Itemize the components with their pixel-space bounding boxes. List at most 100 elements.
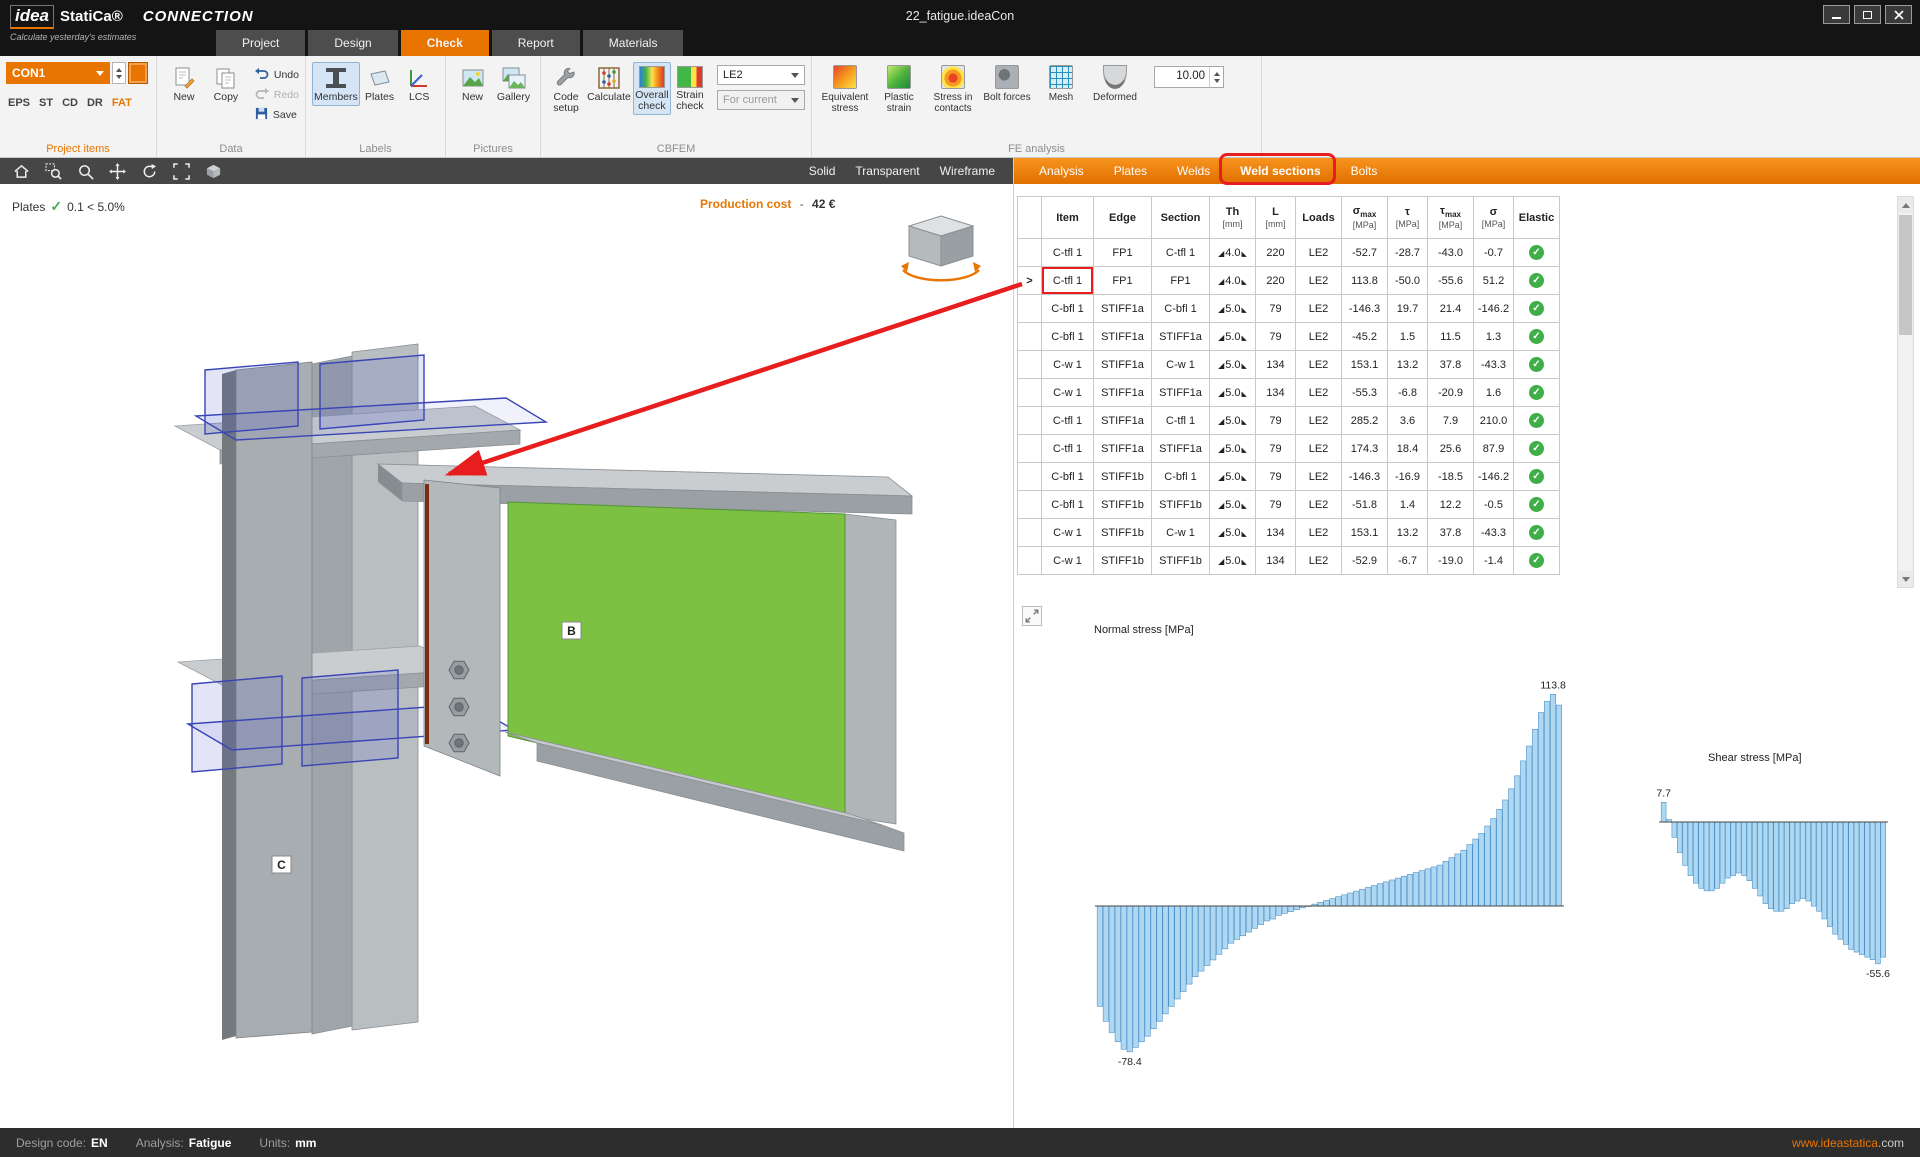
cell-tau_max: -19.0 (1427, 546, 1474, 575)
3d-model-canvas[interactable]: B C (0, 184, 1013, 1128)
project-mode-cd[interactable]: CD (62, 97, 78, 109)
units-label: Units: (259, 1135, 291, 1150)
weld-symbol-icon: ◣ (1241, 530, 1247, 538)
ribbon-tab-project[interactable]: Project (216, 30, 306, 56)
cell-tau: 18.4 (1387, 434, 1428, 463)
weld-section-row[interactable]: C-bfl 1 STIFF1a STIFF1a ◢5.0◣ 79 LE2 -45.2 1.5 1… (1017, 322, 1560, 351)
zoom-window-icon[interactable] (44, 162, 62, 180)
scrollbar-thumb[interactable] (1899, 215, 1912, 335)
equivalent-stress-button[interactable]: Equivalent stress (818, 62, 872, 114)
code-setup-button[interactable]: Code setup (547, 62, 585, 117)
weld-section-row[interactable]: C-tfl 1 STIFF1a STIFF1a ◢5.0◣ 79 LE2 174.3 18.4… (1017, 434, 1560, 463)
pan-icon[interactable] (108, 162, 126, 180)
maximize-button[interactable] (1854, 5, 1881, 24)
project-mode-st[interactable]: ST (39, 97, 53, 109)
ribbon-tab-report[interactable]: Report (491, 30, 580, 56)
add-project-item-button[interactable] (128, 62, 148, 84)
results-tab-plates[interactable]: Plates (1101, 160, 1160, 182)
table-scrollbar[interactable] (1897, 196, 1914, 588)
weld-sections-table: Item Edge Section Th [mm] L [mm] Loads σmax [MPa]… (1017, 196, 1560, 575)
project-item-selector[interactable]: CON1 (6, 62, 110, 84)
design-code-value[interactable]: EN (91, 1136, 108, 1150)
bolt-group[interactable] (448, 660, 470, 753)
fit-icon[interactable] (172, 162, 190, 180)
weld-section-row[interactable]: C-tfl 1 FP1 C-tfl 1 ◢4.0◣ 220 LE2 -52.7 -28.7 -4… (1017, 238, 1560, 267)
copy-item-button[interactable]: Copy (205, 62, 247, 106)
weld-section-row[interactable]: C-tfl 1 STIFF1a C-tfl 1 ◢5.0◣ 79 LE2 285.2 3.6 7… (1017, 406, 1560, 435)
strain-check-button[interactable]: Strain check (671, 62, 709, 115)
weld-section-row[interactable]: C-w 1 STIFF1a STIFF1a ◢5.0◣ 134 LE2 -55.3 -6.8-… (1017, 378, 1560, 407)
production-cost-value: 42 € (812, 197, 836, 211)
project-mode-eps[interactable]: EPS (8, 97, 30, 109)
cell-tau: 13.2 (1387, 518, 1428, 547)
beam-web-plate[interactable] (507, 501, 846, 817)
deformed-button[interactable]: Deformed (1088, 62, 1142, 114)
save-button[interactable]: Save (255, 107, 299, 123)
units-value[interactable]: mm (295, 1136, 316, 1150)
cell-l: 79 (1255, 462, 1296, 491)
navigation-cube[interactable] (895, 208, 987, 288)
cell-marker (1017, 546, 1042, 575)
ribbon-tab-design[interactable]: Design (308, 30, 398, 56)
picture-new-button[interactable]: New (452, 62, 493, 106)
weld-section-row[interactable]: C-bfl 1 STIFF1a C-bfl 1 ◢5.0◣ 79 LE2 -146.3 19.… (1017, 294, 1560, 323)
weld-section-row[interactable]: C-w 1 STIFF1b C-w 1 ◢5.0◣ 134 LE2 153.1 13.2 37.… (1017, 518, 1560, 547)
home-icon[interactable] (12, 162, 30, 180)
cell-item: C-tfl 1 (1041, 266, 1094, 295)
project-mode-fat[interactable]: FAT (112, 97, 132, 109)
shaded-box-icon[interactable] (204, 162, 222, 180)
status-ok-icon: ✓ (1529, 441, 1544, 456)
ribbon-tab-materials[interactable]: Materials (582, 30, 684, 56)
new-document-icon (172, 66, 196, 90)
col-header-marker (1017, 196, 1042, 239)
plastic-strain-button[interactable]: Plastic strain (872, 62, 926, 114)
calculate-button[interactable]: Calculate (585, 62, 633, 106)
weld-section-row[interactable]: C-bfl 1 STIFF1b C-bfl 1 ◢5.0◣ 79 LE2 -146.3 -16… (1017, 462, 1560, 491)
new-item-button[interactable]: New (163, 62, 205, 106)
project-item-spinner[interactable] (112, 62, 126, 84)
load-effect-select[interactable]: LE2 (717, 65, 806, 85)
cell-item: C-bfl 1 (1041, 294, 1094, 323)
minimize-button[interactable] (1823, 5, 1850, 24)
overall-check-button[interactable]: Overall check (632, 62, 671, 115)
ribbon-tab-check[interactable]: Check (400, 30, 489, 56)
undo-button[interactable]: Undo (254, 67, 299, 82)
gallery-button[interactable]: Gallery (493, 62, 534, 106)
scroll-up-button[interactable] (1898, 197, 1913, 213)
lcs-toggle-button[interactable]: LCS (399, 62, 439, 106)
stress-in-contacts-button[interactable]: Stress in contacts (926, 62, 980, 114)
results-tab-welds[interactable]: Welds (1164, 160, 1223, 182)
weld-section-row[interactable]: > C-tfl 1 FP1 FP1 ◢4.0◣ 220 LE2 113.8 -50.0 -55.6… (1017, 266, 1560, 295)
view-mode-wireframe[interactable]: Wireframe (940, 164, 995, 178)
cell-l: 79 (1255, 490, 1296, 519)
mesh-button[interactable]: Mesh (1034, 62, 1088, 114)
deformed-scale-input[interactable]: 10.00 (1154, 66, 1224, 88)
titlebar: idea StatiCa® CONNECTION Calculate yeste… (0, 0, 1920, 56)
results-tab-weld-sections[interactable]: Weld sections (1227, 160, 1333, 182)
zoom-icon[interactable] (76, 162, 94, 180)
results-tab-analysis[interactable]: Analysis (1026, 160, 1097, 182)
view-mode-transparent[interactable]: Transparent (855, 164, 919, 178)
close-button[interactable] (1885, 5, 1912, 24)
cell-edge: STIFF1a (1093, 406, 1152, 435)
weld-section-row[interactable]: C-w 1 STIFF1b STIFF1b ◢5.0◣ 134 LE2 -52.9 -6.7-… (1017, 546, 1560, 575)
viewport-3d[interactable]: Plates ✓ 0.1 < 5.0% Production cost - 42… (0, 184, 1013, 1128)
bolt-forces-button[interactable]: Bolt forces (980, 62, 1034, 114)
redo-button[interactable]: Redo (255, 87, 299, 102)
plates-toggle-button[interactable]: Plates (360, 62, 400, 106)
scroll-down-button[interactable] (1898, 571, 1913, 587)
cell-sigma_max: 285.2 (1341, 406, 1388, 435)
members-toggle-button[interactable]: Members (312, 62, 360, 106)
cell-section: STIFF1a (1151, 434, 1210, 463)
scope-select[interactable]: For current (717, 90, 806, 110)
weld-section-row[interactable]: C-w 1 STIFF1a C-w 1 ◢5.0◣ 134 LE2 153.1 13.2 37.… (1017, 350, 1560, 379)
rotate-icon[interactable] (140, 162, 158, 180)
website-link[interactable]: www.ideastatica.com (1792, 1136, 1904, 1150)
spinner-arrows[interactable] (1209, 67, 1223, 87)
results-tab-bolts[interactable]: Bolts (1338, 160, 1391, 182)
project-mode-dr[interactable]: DR (87, 97, 103, 109)
view-mode-solid[interactable]: Solid (809, 164, 836, 178)
weld-section-row[interactable]: C-bfl 1 STIFF1b STIFF1b ◢5.0◣ 79 LE2 -51.8 1.4 1… (1017, 490, 1560, 519)
cell-sigma: 1.6 (1473, 378, 1514, 407)
picture-icon (461, 66, 485, 90)
